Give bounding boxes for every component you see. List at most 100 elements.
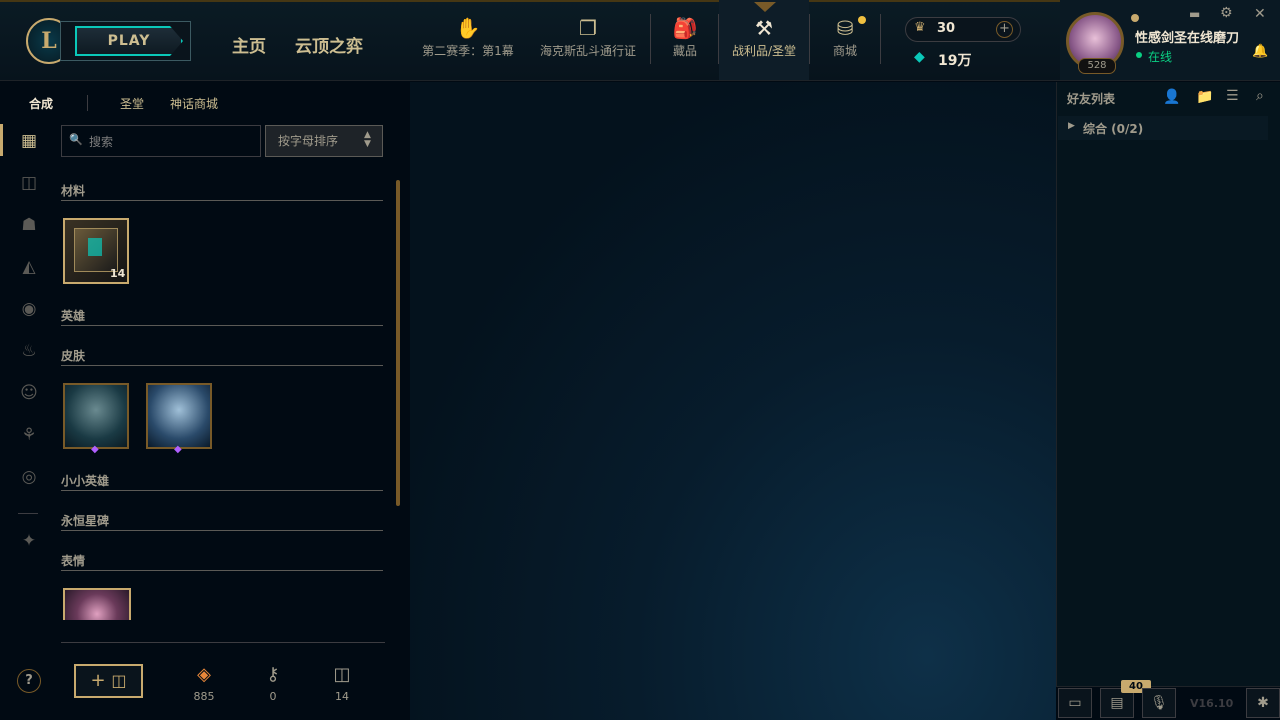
filter-icon-icon[interactable]: ♨ — [18, 340, 40, 362]
settings-icon[interactable]: ⚙ — [1220, 5, 1233, 21]
sort-chevron-icon: ▲ ▼ — [364, 130, 371, 149]
section-emotes: 表情 — [61, 552, 383, 571]
filter-all-icon[interactable]: ▦ — [18, 130, 40, 152]
section-champions: 英雄 — [61, 307, 383, 326]
filter-profile-icon[interactable]: ◎ — [18, 466, 40, 488]
sort-dropdown-label: 按字母排序 — [278, 134, 339, 148]
friend-group-label: 综合 (0/2) — [1083, 122, 1144, 136]
chat-icon[interactable]: ▭ — [1058, 688, 1092, 718]
skin-shard-tile[interactable] — [63, 383, 129, 449]
skin-rarity-gem-icon: ◆ — [91, 444, 99, 455]
nav-loot-label: 战利品/圣堂 — [731, 44, 797, 58]
nav-divider — [809, 14, 810, 64]
blue-essence-icon: ◆ — [914, 49, 925, 65]
nav-divider — [718, 14, 719, 64]
filter-champion-icon[interactable]: ☗ — [18, 214, 40, 236]
filter-eternals-icon[interactable]: ✦ — [18, 530, 40, 552]
orange-essence-value: 885 — [193, 690, 215, 703]
store-notification-dot — [858, 16, 866, 24]
collection-icon: 🎒 — [672, 16, 698, 40]
rp-icon: ♛ — [914, 20, 926, 35]
filter-ward-icon[interactable]: ◉ — [18, 298, 40, 320]
help-button[interactable]: ? — [17, 669, 41, 693]
search-placeholder: 搜索 — [89, 135, 114, 149]
section-eternals-label: 永恒星碑 — [61, 514, 110, 528]
craft-plus-label: + — [90, 670, 106, 691]
search-icon: 🔍 — [69, 133, 83, 146]
section-eternals: 永恒星碑 — [61, 512, 383, 531]
nav-season-label: 第二赛季：第1幕 — [422, 44, 514, 58]
section-skins-label: 皮肤 — [61, 349, 86, 363]
nav-pass[interactable]: ❐ 海克斯乱斗通行证 — [532, 14, 644, 80]
chest-icon: ◫ — [333, 664, 351, 685]
close-icon[interactable]: ✕ — [1254, 6, 1266, 22]
filter-divider — [18, 513, 38, 514]
nav-divider — [880, 14, 881, 64]
chest-counter: ◫ 14 — [322, 660, 362, 703]
search-icon[interactable]: ⌕ — [1256, 88, 1264, 104]
minimize-icon[interactable]: ▬ — [1189, 7, 1200, 21]
key-counter: ⚷ 0 — [253, 660, 293, 703]
filter-companion-icon[interactable]: ⚘ — [18, 424, 40, 446]
chest-icon: ◫ — [111, 671, 127, 690]
footer-divider — [61, 642, 385, 643]
emote-tile[interactable] — [63, 588, 131, 620]
section-companions-label: 小小英雄 — [61, 474, 110, 488]
list-view-icon[interactable]: ☰ — [1226, 88, 1239, 104]
nav-store-label: 商城 — [832, 44, 857, 58]
buy-rp-button[interactable]: + — [996, 21, 1013, 38]
nav-pass-label: 海克斯乱斗通行证 — [539, 44, 636, 58]
skin-shard-tile[interactable] — [146, 383, 212, 449]
voice-icon[interactable]: 🎙 — [1142, 688, 1176, 718]
client-version: V16.10 — [1190, 697, 1234, 710]
online-status[interactable]: 在线 — [1148, 48, 1172, 65]
tab-craft[interactable]: 合成 — [29, 95, 53, 112]
filter-chest-icon[interactable]: ◫ — [18, 172, 40, 194]
key-value: 0 — [269, 690, 277, 703]
filter-skin-icon[interactable]: ◭ — [18, 256, 40, 278]
loot-icon: ⚒ — [755, 16, 773, 40]
section-materials: 材料 — [61, 182, 383, 201]
active-tab-indicator — [754, 2, 776, 12]
nav-collection-label: 藏品 — [672, 44, 697, 58]
orange-essence-counter: ◈ 885 — [184, 660, 224, 703]
blue-essence-amount: 19万 — [938, 53, 972, 69]
section-champions-label: 英雄 — [61, 309, 86, 323]
craft-key-button[interactable]: + ◫ — [74, 664, 143, 698]
nav-season[interactable]: ✋ 第二赛季：第1幕 — [414, 14, 522, 80]
nav-loot[interactable]: ⚒ 战利品/圣堂 — [724, 14, 804, 80]
notification-bell-icon[interactable]: 🔔 — [1252, 44, 1268, 59]
nav-collection[interactable]: 🎒 藏品 — [660, 14, 710, 80]
section-materials-label: 材料 — [61, 184, 86, 198]
chest-value: 14 — [335, 690, 349, 703]
section-companions: 小小英雄 — [61, 472, 383, 491]
loot-scrollbar[interactable] — [396, 180, 400, 506]
rank-dot-icon — [1131, 14, 1139, 22]
play-button[interactable]: PLAY — [60, 21, 191, 61]
chest-gem-icon — [88, 238, 102, 256]
nav-home[interactable]: 主页 — [232, 32, 266, 57]
pass-icon: ❐ — [579, 16, 597, 40]
loot-detail-area — [410, 82, 1056, 720]
play-button-label: PLAY — [75, 26, 183, 56]
section-emotes-label: 表情 — [61, 554, 86, 568]
add-folder-icon[interactable]: 📁 — [1196, 89, 1213, 105]
key-icon: ⚷ — [266, 664, 280, 685]
filter-emote-icon[interactable]: ☺ — [18, 382, 40, 404]
chest-count: 14 — [110, 267, 126, 280]
bug-report-icon[interactable]: ✱ — [1246, 688, 1280, 718]
nav-tft[interactable]: 云顶之弈 — [295, 32, 363, 57]
skin-rarity-gem-icon: ◆ — [174, 444, 182, 455]
season-icon: ✋ — [455, 16, 481, 40]
summoner-name[interactable]: 性感剑圣在线磨刀 — [1135, 27, 1239, 46]
online-status-icon — [1136, 52, 1142, 58]
tab-mythic-shop[interactable]: 神话商城 — [170, 95, 218, 112]
orange-essence-icon: ◈ — [197, 664, 211, 685]
friends-title: 好友列表 — [1067, 92, 1116, 106]
tab-divider — [87, 95, 88, 111]
tab-sanctum[interactable]: 圣堂 — [120, 95, 144, 112]
add-friend-icon[interactable]: 👤 — [1163, 89, 1180, 105]
chevron-right-icon: ▶ — [1068, 121, 1075, 131]
friends-panel — [1056, 82, 1280, 720]
summoner-level: 528 — [1078, 58, 1116, 74]
